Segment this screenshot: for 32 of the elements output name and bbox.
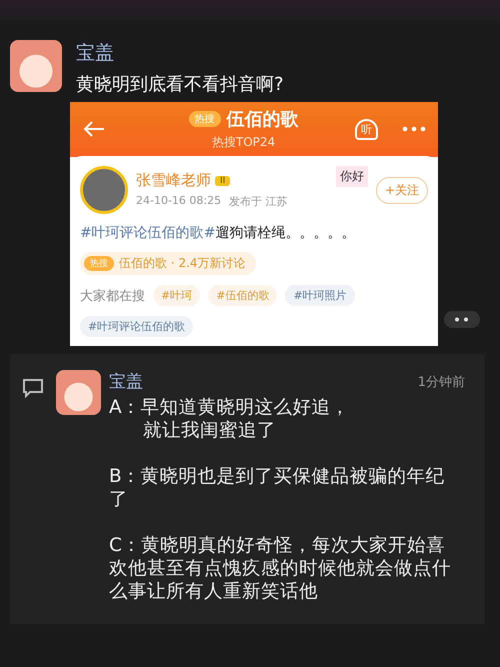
more-icon xyxy=(454,317,470,322)
listen-button[interactable]: 听 xyxy=(355,118,378,140)
comment-text: C：黄晓明真的好奇怪，每次大家开始喜欢他甚至有点愧疚感的时候他就会做点什么事让所有人重新笑话他 xyxy=(109,534,452,603)
post-date: 24-10-16 08:25 xyxy=(136,194,222,209)
search-tag[interactable]: #叶珂 xyxy=(153,285,200,306)
comment-icon[interactable] xyxy=(22,378,44,398)
topic-rank: 热搜TOP24 xyxy=(212,134,276,151)
post-location: 发布于 江苏 xyxy=(229,194,288,209)
topic-title: 伍佰的歌 xyxy=(226,108,298,131)
comment-text: A：早知道黄晓明这么好追， xyxy=(109,396,351,419)
author-name[interactable]: 宝盖 xyxy=(76,40,284,66)
hot-search-badge: 热搜 xyxy=(188,111,220,127)
more-icon[interactable] xyxy=(402,126,426,132)
more-button[interactable] xyxy=(444,311,480,328)
sticker: 你好 xyxy=(336,166,368,187)
comment-time: 1分钟前 xyxy=(418,374,465,390)
back-arrow-icon[interactable] xyxy=(82,120,106,138)
post-text: 遛狗请栓绳。。。。。 xyxy=(215,225,356,241)
search-tag[interactable]: #叶珂照片 xyxy=(285,285,355,306)
author-name[interactable]: 张雪峰老师 xyxy=(136,171,211,190)
hashtag-link[interactable]: #叶珂评论伍佰的歌# xyxy=(80,225,216,241)
search-tag[interactable]: #伍佰的歌 xyxy=(208,285,278,306)
level-badge: II xyxy=(215,176,230,186)
search-label: 大家都在搜 xyxy=(80,288,145,304)
topic-chip[interactable]: 热搜 伍佰的歌 · 2.4万新讨论 xyxy=(80,252,256,275)
post-text: 黄晓明到底看不看抖音啊? xyxy=(76,73,284,96)
comment-text: 就让我闺蜜追了 xyxy=(142,419,277,442)
author-name[interactable]: 宝盖 xyxy=(109,370,143,393)
follow-button[interactable]: +关注 xyxy=(376,176,428,204)
avatar[interactable] xyxy=(56,370,101,415)
search-tag[interactable]: #叶珂评论伍佰的歌 xyxy=(80,316,194,337)
comment-text: B：黄晓明也是到了买保健品被骗的年纪了 xyxy=(109,465,446,511)
